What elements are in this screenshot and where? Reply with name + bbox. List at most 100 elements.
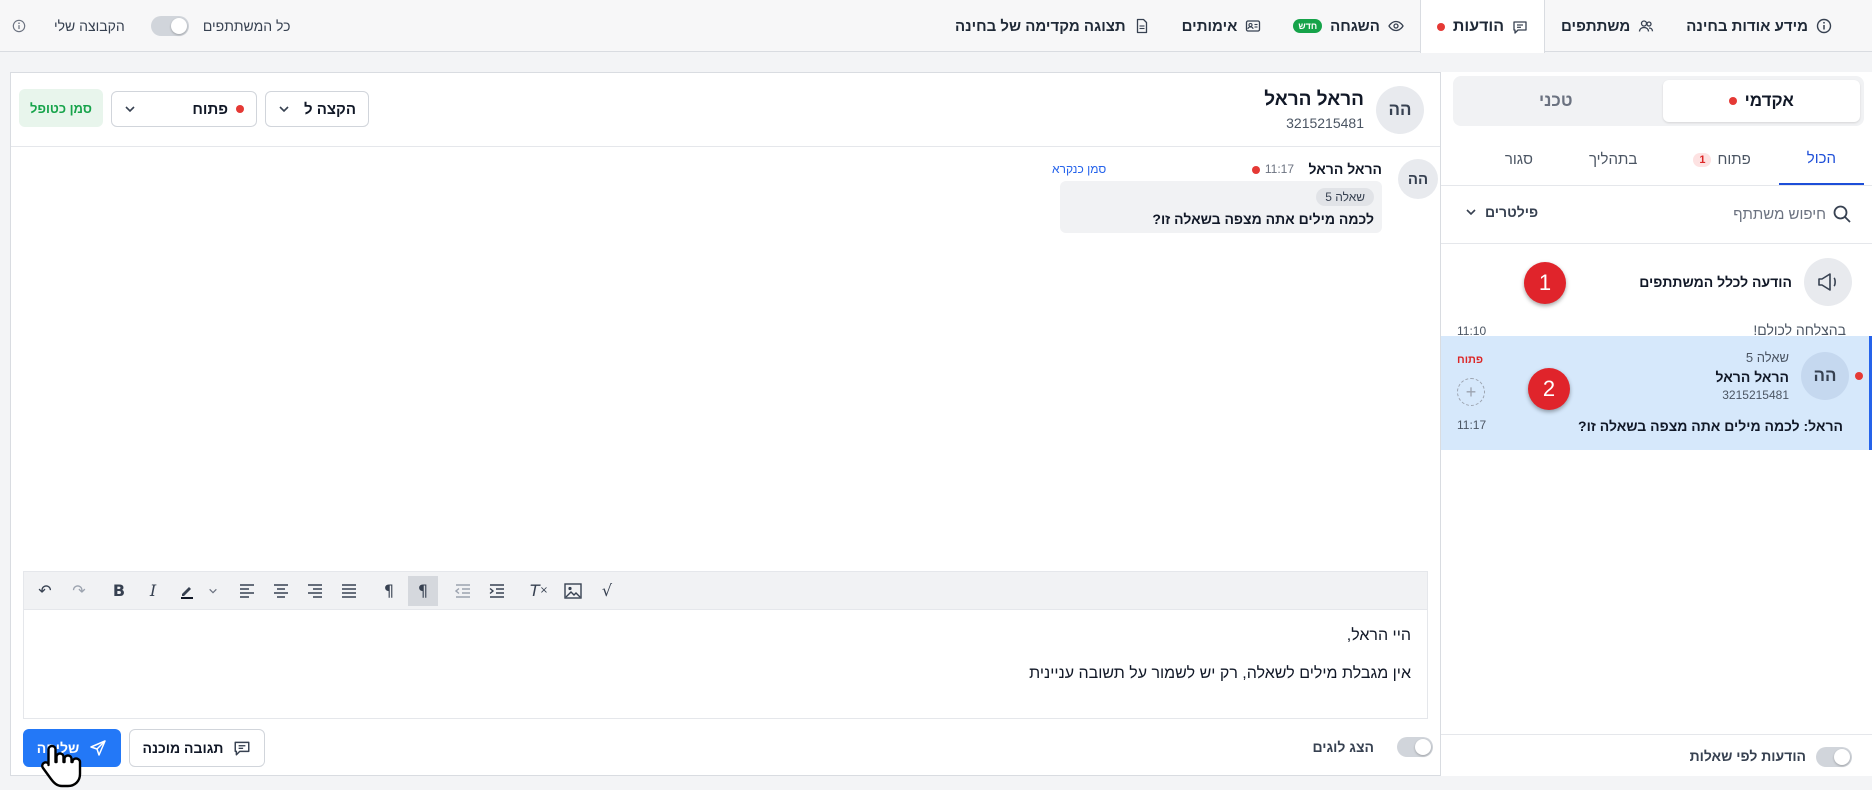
tab-verifications-label: אימותים (1181, 17, 1238, 35)
chat-icon (1513, 20, 1527, 34)
filters-button[interactable]: פילטרים (1465, 204, 1538, 220)
tab-messages[interactable]: הודעות (1419, 0, 1546, 53)
all-participants-label: כל המשתתפים (202, 18, 291, 34)
conversation-preview: הראל: לכמה מילים אתה מצפה בשאלה זו? (1578, 418, 1843, 434)
editor-toolbar: ↶ ↷ B I ¶ ¶ T × √ (23, 571, 1428, 609)
new-badge: חדש (1293, 19, 1323, 33)
ready-answer-button[interactable]: תגובה מוכנה (129, 729, 265, 767)
highlight-icon[interactable] (172, 576, 202, 606)
unread-dot (1252, 166, 1260, 174)
conversation-name: הראל הראל (1715, 369, 1790, 385)
conversation-id: 3215215481 (1722, 388, 1789, 402)
bold-icon[interactable]: B (104, 576, 134, 606)
tab-participants-label: משתתפים (1561, 17, 1631, 35)
tab-exam-info[interactable]: מידע אודות בחינה (1670, 0, 1848, 52)
outdent-icon[interactable] (448, 576, 478, 606)
align-center-icon[interactable] (266, 576, 296, 606)
assign-label: הקצה ל (304, 100, 356, 118)
message-bubble: שאלה 5 לכמה מילים אתה מצפה בשאלה זו? (1060, 181, 1382, 233)
formula-icon[interactable]: √ (592, 576, 622, 606)
align-left-icon[interactable] (232, 576, 262, 606)
redo-icon[interactable]: ↷ (64, 576, 94, 606)
group-filter: הקבוצה שלי כל המשתתפים (12, 0, 291, 52)
info-icon (1816, 18, 1832, 34)
show-logs-toggle[interactable] (1397, 737, 1433, 757)
question-badge: שאלה 5 (1316, 188, 1374, 206)
tab-participants[interactable]: משתתפים (1545, 0, 1670, 52)
tab-exam-preview-label: תצוגה מקדימה של בחינה (954, 17, 1126, 35)
ready-answer-label: תגובה מוכנה (142, 740, 224, 756)
conversation-time: 11:17 (1457, 418, 1487, 432)
broadcast-item[interactable]: הודעה לכלל המשתתפים בהצלחה לכולם! 11:10 (1441, 244, 1872, 348)
status-label: פתוח (192, 100, 228, 118)
conversation-header: הה הראל הראל 3215215481 הקצה ל פתוח סמן … (11, 73, 1440, 147)
unread-dot (1728, 97, 1737, 105)
italic-icon[interactable]: I (138, 576, 168, 606)
align-justify-icon[interactable] (334, 576, 364, 606)
clear-format-icon[interactable]: T × (524, 576, 554, 606)
indent-icon[interactable] (482, 576, 512, 606)
show-logs-label: הצג לוגים (1312, 739, 1374, 755)
megaphone-icon (1804, 258, 1852, 306)
per-question-label: הודעות לפי שאלות (1689, 748, 1806, 764)
participant-id: 3215215481 (1286, 115, 1364, 131)
assign-dropdown[interactable]: הקצה ל (265, 91, 369, 127)
annotation-marker-1: 1 (1524, 262, 1566, 304)
status-dot (236, 105, 244, 113)
rtl-icon[interactable]: ¶ (408, 575, 438, 606)
tab-verifications[interactable]: אימותים (1166, 0, 1278, 52)
tab-open[interactable]: פתוח 1 (1665, 134, 1778, 185)
category-switch: אקדמי טכני (1453, 76, 1864, 126)
avatar: הה (1801, 352, 1849, 400)
group-toggle[interactable] (150, 16, 189, 36)
search-input[interactable] (1626, 201, 1826, 227)
users-icon (1639, 20, 1654, 32)
segment-technical[interactable]: טכני (1457, 80, 1655, 122)
message-avatar: הה (1398, 159, 1438, 199)
conversation-panel: הה הראל הראל 3215215481 הקצה ל פתוח סמן … (10, 72, 1440, 776)
conversation-question: שאלה 5 (1745, 350, 1789, 365)
avatar: הה (1376, 86, 1424, 134)
conversation-item[interactable]: הה שאלה 5 הראל הראל 3215215481 הראל: לכמ… (1441, 336, 1872, 450)
segment-academic[interactable]: אקדמי (1662, 80, 1860, 122)
tab-closed[interactable]: סגור (1477, 134, 1561, 185)
conversations-sidebar: אקדמי טכני הכול פתוח 1 בתהליך סגור פילטר… (1440, 72, 1872, 776)
tab-proctoring[interactable]: השגחה חדש (1277, 0, 1420, 52)
annotation-marker-2: 2 (1528, 368, 1570, 410)
assign-plus-button[interactable]: + (1457, 378, 1485, 406)
status-dropdown[interactable]: פתוח (111, 91, 257, 127)
tab-in-progress[interactable]: בתהליך (1561, 134, 1665, 185)
ltr-icon[interactable]: ¶ (374, 576, 404, 606)
mark-handled-button[interactable]: סמן כטופל (19, 89, 103, 127)
message-editor[interactable]: היי הראל, אין מגבלת מילים לשאלה, רק יש ל… (23, 609, 1428, 719)
status-tabs: הכול פתוח 1 בתהליך סגור (1441, 134, 1872, 186)
image-icon[interactable] (558, 576, 588, 606)
unread-dot (1855, 372, 1863, 380)
mark-read-link[interactable]: סמן כנקרא (1052, 162, 1106, 176)
broadcast-title: הודעה לכלל המשתתפים (1639, 274, 1792, 290)
tab-exam-info-label: מידע אודות בחינה (1686, 17, 1808, 35)
message-time: 11:17 (1264, 162, 1294, 176)
message-sender: הראל הראל (1308, 161, 1383, 177)
document-icon (1136, 18, 1147, 34)
chevron-down-icon (1466, 209, 1476, 216)
sidebar-footer: הודעות לפי שאלות (1441, 734, 1872, 776)
tab-open-label: פתוח (1717, 151, 1751, 168)
editor-line-1: היי הראל, (1346, 627, 1411, 644)
chevron-down-icon (125, 106, 135, 113)
hand-cursor-icon (41, 744, 82, 788)
align-right-icon[interactable] (300, 576, 330, 606)
chevron-down-icon[interactable] (206, 576, 220, 606)
message-text: לכמה מילים אתה מצפה בשאלה זו? (1152, 211, 1374, 227)
per-question-toggle[interactable] (1816, 747, 1852, 767)
segment-academic-label: אקדמי (1744, 91, 1794, 110)
eye-icon (1388, 20, 1404, 32)
info-icon[interactable] (12, 19, 26, 33)
id-card-icon (1246, 20, 1261, 32)
editor-line-2: אין מגבלת מילים לשאלה, רק יש לשמור על תש… (1029, 665, 1411, 682)
search-icon (1833, 205, 1851, 223)
segment-technical-label: טכני (1538, 91, 1573, 110)
tab-exam-preview[interactable]: תצוגה מקדימה של בחינה (939, 0, 1166, 52)
undo-icon[interactable]: ↶ (30, 576, 60, 606)
tab-all[interactable]: הכול (1778, 134, 1864, 185)
